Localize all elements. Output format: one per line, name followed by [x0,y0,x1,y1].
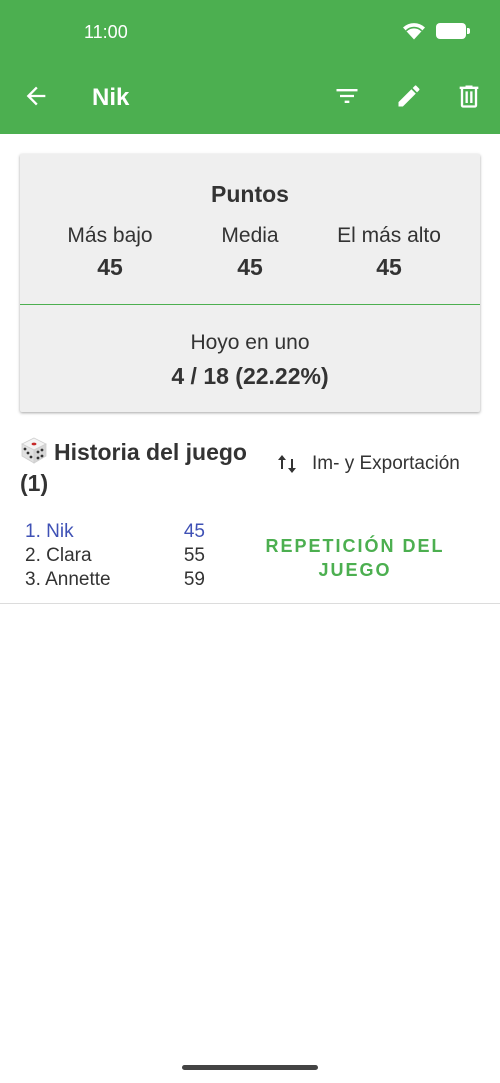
player-name: 1. Nik [25,521,74,542]
card-divider [20,304,480,305]
home-indicator[interactable] [182,1065,318,1070]
back-arrow-icon[interactable] [22,82,50,110]
history-heading: Historia del juego (1) [20,436,260,499]
status-bar: 11:00 [0,0,500,64]
stat-lowest: Más bajo 45 [30,224,190,281]
wifi-icon [403,23,425,40]
player-name: 3. Annette [25,569,111,590]
battery-icon [436,23,470,39]
stat-highest-value: 45 [376,254,402,280]
status-time: 11:00 [84,22,128,42]
app-bar: Nik [0,64,500,134]
replay-game-button[interactable]: REPETICIÓN DEL JUEGO [240,534,470,582]
history-title: Historia del juego (1) [20,439,247,496]
hole-in-one-value: 4 / 18 (22.22%) [171,363,329,389]
stat-lowest-label: Más bajo [67,224,153,247]
player-score: 59 [183,569,205,590]
import-export-button[interactable]: Im- y Exportación [276,452,460,476]
player-name: 2. Clara [25,545,92,566]
stat-average-label: Media [221,224,279,247]
dice-icon [21,437,47,464]
import-export-label: Im- y Exportación [312,453,460,474]
card-title: Puntos [211,181,289,207]
filter-icon[interactable] [333,82,361,110]
player-score: 55 [183,545,205,566]
stat-lowest-value: 45 [97,254,123,280]
stat-average: Media 45 [170,224,330,281]
game-history-item[interactable]: 1. Nik 45 2. Clara 55 3. Annette 59 REPE… [0,516,500,604]
status-icons [402,22,470,40]
stat-highest: El más alto 45 [309,224,469,281]
player-score: 45 [183,521,205,542]
stat-average-value: 45 [237,254,263,280]
import-export-icon [278,455,296,473]
stat-highest-label: El más alto [337,224,441,247]
page-title: Nik [92,84,130,111]
hole-in-one-label: Hoyo en uno [190,331,310,354]
stats-card: Puntos Más bajo 45 Media 45 El más alto … [20,154,480,412]
edit-icon[interactable] [395,82,423,110]
delete-icon[interactable] [455,82,483,110]
top-bar: 11:00 Nik [0,0,500,134]
